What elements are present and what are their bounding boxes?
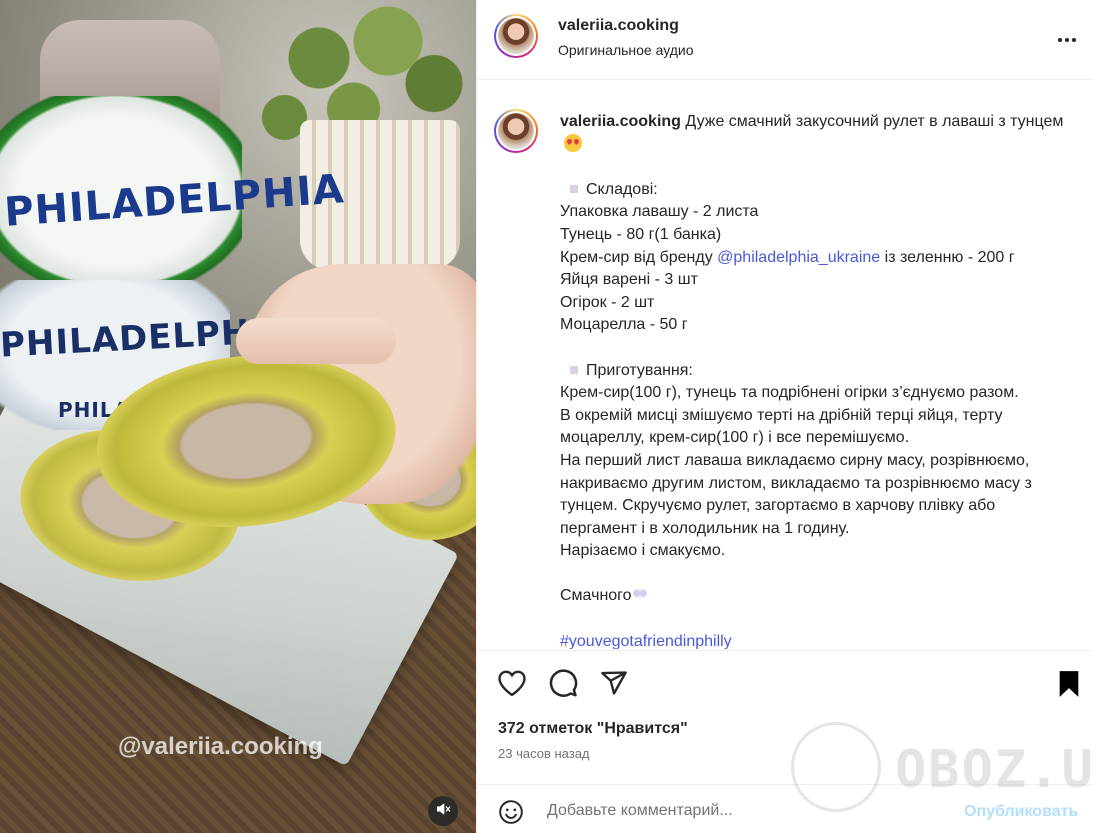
comment-button[interactable]	[548, 669, 578, 704]
comment-input[interactable]	[547, 799, 947, 823]
comment-bar: Опубликовать	[477, 784, 1094, 833]
muted-speaker-icon	[435, 801, 451, 822]
audio-label-link[interactable]: Оригинальное аудио	[558, 42, 694, 58]
caption-username-link[interactable]: valeriia.cooking	[560, 113, 681, 130]
author-avatar[interactable]	[494, 14, 538, 58]
ingredient-line-suffix: із зеленню - 200 г	[880, 248, 1015, 266]
step-text: Крем-сир(100 г), тунець та подрібнені ог…	[560, 384, 1019, 402]
steps-heading: Приготування:	[586, 361, 693, 379]
paper-plane-icon	[601, 671, 627, 695]
ingredient-line: Моцарелла - 50 г	[560, 316, 688, 334]
step-text: На перший лист лаваша викладаємо сирну м…	[560, 451, 1032, 537]
likes-count[interactable]: 372 отметок "Нравится"	[498, 720, 688, 738]
square-bullet-icon	[570, 365, 578, 374]
post-media[interactable]: PHILADELPHIA PHILADELPHIA PHILA @valerii…	[0, 0, 476, 833]
brand-mention-link[interactable]: @philadelphia_ukraine	[717, 249, 880, 266]
post-comment-button[interactable]: Опубликовать	[964, 803, 1078, 821]
ingredient-line: Крем-сир від бренду	[560, 248, 713, 266]
emoji-picker-button[interactable]	[498, 799, 524, 830]
more-horizontal-icon	[1058, 38, 1076, 42]
post-header: valeriia.cooking Оригинальное аудио	[477, 0, 1094, 80]
author-username-link[interactable]: valeriia.cooking	[558, 17, 679, 35]
ingredient-line: Тунець - 80 г(1 банка)	[560, 225, 722, 243]
ingredient-line: Яйця варені - 3 шт	[560, 271, 698, 289]
caption-avatar[interactable]	[494, 109, 538, 153]
action-bar	[477, 650, 1094, 714]
comment-bubble-icon	[549, 669, 578, 697]
ingredient-line: Огірок - 2 шт	[560, 293, 655, 311]
mute-button[interactable]	[428, 796, 458, 826]
caption-title: Дуже смачний закусочний рулет в лаваші з…	[685, 113, 1064, 130]
save-button[interactable]	[1057, 670, 1081, 703]
post-details-panel: valeriia.cooking Оригинальное аудио vale…	[476, 0, 1094, 833]
purple-heart-icon	[632, 589, 647, 602]
post-timestamp[interactable]: 23 часов назад	[498, 746, 590, 761]
smiley-icon	[499, 800, 523, 824]
thumb	[236, 318, 396, 364]
share-button[interactable]	[599, 669, 629, 702]
heart-outline-icon	[498, 670, 526, 697]
step-text: В окремій мисці змішуємо терті на дрібні…	[560, 406, 1003, 447]
square-bullet-icon	[570, 185, 578, 194]
ingredients-heading: Складові:	[586, 180, 658, 198]
more-options-button[interactable]	[1053, 28, 1081, 48]
step-text: Нарізаємо і смакуємо.	[560, 542, 726, 560]
ingredient-line: Упаковка лавашу - 2 листа	[560, 203, 759, 221]
closing-text: Смачного	[560, 587, 632, 605]
video-watermark-handle: @valeriia.cooking	[118, 733, 323, 760]
hashtag-link[interactable]: #youvegotafriendinphilly	[560, 633, 732, 649]
bookmark-filled-icon	[1059, 671, 1079, 697]
like-button[interactable]	[497, 669, 527, 702]
heart-eyes-emoji-icon	[564, 133, 582, 152]
post-caption-area: valeriia.cooking Дуже смачний закусочний…	[477, 81, 1094, 649]
caption-text: valeriia.cooking Дуже смачний закусочний…	[560, 111, 1075, 649]
